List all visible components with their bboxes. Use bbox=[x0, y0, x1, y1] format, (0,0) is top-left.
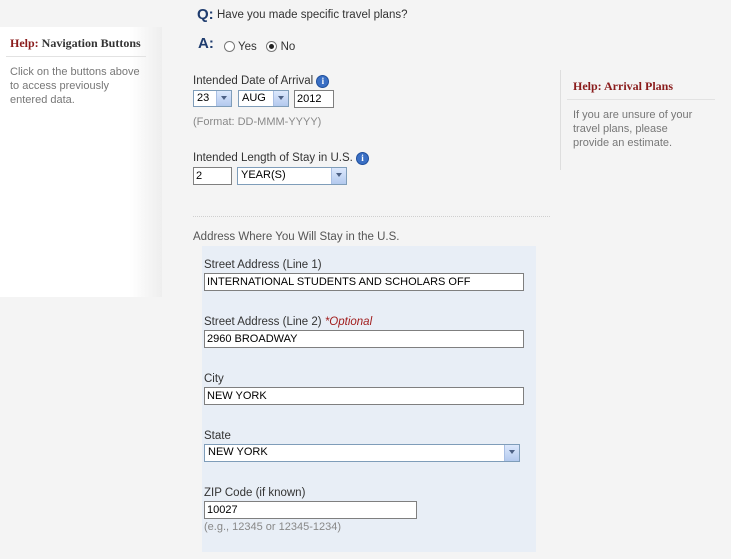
length-of-stay-label-text: Intended Length of Stay in U.S. bbox=[193, 152, 353, 164]
optional-tag: *Optional bbox=[324, 316, 373, 328]
help-divider bbox=[567, 99, 715, 100]
chevron-down-icon[interactable] bbox=[216, 91, 231, 106]
address-section-label: Address Where You Will Stay in the U.S. bbox=[193, 231, 400, 243]
arrival-help-title: Help: Arrival Plans bbox=[573, 79, 673, 94]
length-of-stay-unit-value: YEAR(S) bbox=[241, 169, 286, 181]
arrival-help-panel: Help: Arrival Plans If you are unsure of… bbox=[560, 70, 716, 170]
no-radio-label[interactable]: No bbox=[281, 41, 296, 53]
help-label: Help: bbox=[10, 36, 39, 50]
length-of-stay-input[interactable]: 2 bbox=[193, 167, 232, 185]
arrival-year-input[interactable]: 2012 bbox=[294, 90, 334, 108]
question-marker: Q: bbox=[197, 6, 214, 23]
help-title-text: Arrival Plans bbox=[604, 79, 674, 93]
zip-format-hint: (e.g., 12345 or 12345-1234) bbox=[204, 521, 341, 533]
city-label: City bbox=[204, 373, 224, 385]
state-select[interactable]: NEW YORK bbox=[204, 444, 520, 462]
street2-input[interactable]: 2960 BROADWAY bbox=[204, 330, 524, 348]
street1-input[interactable]: INTERNATIONAL STUDENTS AND SCHOLARS OFF bbox=[204, 273, 524, 291]
navigation-help-text: Click on the buttons above to access pre… bbox=[10, 66, 140, 106]
answer-marker: A: bbox=[198, 35, 214, 52]
navigation-help-panel: Help: Navigation Buttons Click on the bu… bbox=[0, 27, 162, 297]
chevron-down-icon[interactable] bbox=[331, 168, 346, 184]
chevron-down-icon[interactable] bbox=[504, 445, 519, 461]
arrival-month-select[interactable]: AUG bbox=[238, 90, 289, 107]
info-icon[interactable]: i bbox=[356, 152, 370, 165]
help-title-text: Navigation Buttons bbox=[41, 36, 141, 50]
arrival-day-value: 23 bbox=[197, 92, 210, 104]
street2-label-text: Street Address (Line 2) bbox=[204, 316, 322, 328]
length-of-stay-unit-select[interactable]: YEAR(S) bbox=[237, 167, 347, 185]
arrival-help-text: If you are unsure of your travel plans, … bbox=[573, 109, 693, 149]
main-form-area: Q: Have you made specific travel plans? … bbox=[178, 0, 731, 559]
city-input[interactable]: NEW YORK bbox=[204, 387, 524, 405]
street1-label: Street Address (Line 1) bbox=[204, 259, 322, 271]
question-text: Have you made specific travel plans? bbox=[217, 9, 408, 21]
no-radio[interactable] bbox=[266, 41, 278, 53]
arrival-month-value: AUG bbox=[242, 92, 266, 104]
navigation-help-title: Help: Navigation Buttons bbox=[10, 36, 141, 51]
zip-label: ZIP Code (if known) bbox=[204, 487, 306, 499]
length-of-stay-label: Intended Length of Stay in U.S. i bbox=[193, 152, 370, 165]
chevron-down-icon[interactable] bbox=[273, 91, 288, 106]
help-divider bbox=[6, 56, 146, 57]
arrival-date-label: Intended Date of Arrival i bbox=[193, 75, 330, 88]
info-icon[interactable]: i bbox=[316, 75, 330, 88]
state-label: State bbox=[204, 430, 231, 442]
street2-label: Street Address (Line 2) *Optional bbox=[204, 316, 372, 328]
help-label: Help: bbox=[573, 79, 602, 93]
travel-plans-radio-group: Yes No bbox=[224, 41, 295, 53]
yes-radio[interactable] bbox=[224, 41, 235, 53]
yes-radio-label[interactable]: Yes bbox=[238, 41, 257, 53]
state-value: NEW YORK bbox=[208, 446, 268, 458]
address-panel: Street Address (Line 1) INTERNATIONAL ST… bbox=[202, 246, 536, 552]
zip-input[interactable]: 10027 bbox=[204, 501, 417, 519]
arrival-day-select[interactable]: 23 bbox=[193, 90, 232, 107]
date-format-hint: (Format: DD-MMM-YYYY) bbox=[193, 116, 322, 128]
arrival-date-label-text: Intended Date of Arrival bbox=[193, 75, 314, 87]
section-divider bbox=[193, 216, 550, 217]
